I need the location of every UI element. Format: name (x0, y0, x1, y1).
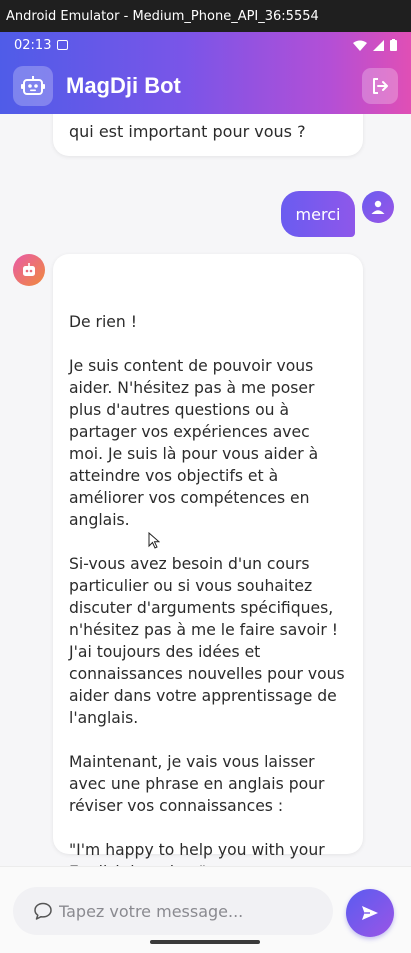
bot-message-bubble: De rien ! Je suis content de pouvoir vou… (53, 254, 363, 866)
send-button[interactable] (346, 889, 394, 937)
app-title: MagDji Bot (66, 73, 181, 98)
logout-icon (373, 78, 388, 94)
signal-icon (373, 39, 384, 51)
composer (0, 866, 411, 953)
status-bar: 02:13 (0, 32, 411, 58)
bot-message-bubble: qui est important pour vous ? (53, 114, 363, 156)
app-bar: MagDji Bot (0, 58, 411, 114)
status-icons (353, 39, 397, 51)
battery-icon (390, 39, 397, 51)
wifi-icon (353, 40, 367, 51)
bot-message-text: qui est important pour vous ? (69, 122, 306, 141)
robot-icon (13, 254, 45, 286)
bot-message-text: De rien ! Je suis content de pouvoir vou… (69, 313, 345, 866)
message-input[interactable] (59, 901, 319, 921)
window-title-text: Android Emulator - Medium_Phone_API_36:5… (6, 8, 319, 24)
robot-icon (13, 66, 53, 106)
user-message-text: merci (295, 204, 341, 224)
user-message-bubble: merci (281, 191, 355, 237)
send-icon (362, 906, 378, 920)
chat-bubble-icon (34, 902, 52, 920)
emulator-window-title: Android Emulator - Medium_Phone_API_36:5… (0, 0, 411, 32)
logout-button[interactable] (362, 68, 398, 104)
phone-screen: 02:13 MagDji Bot qui est important pour … (0, 32, 411, 953)
chat-list[interactable]: qui est important pour vous ? merci De r… (0, 114, 411, 866)
notification-icon (57, 40, 69, 50)
home-indicator[interactable] (150, 940, 260, 944)
message-input-box[interactable] (13, 887, 333, 935)
mouse-cursor-icon (148, 532, 160, 549)
person-icon (362, 191, 394, 223)
status-time: 02:13 (14, 37, 52, 53)
